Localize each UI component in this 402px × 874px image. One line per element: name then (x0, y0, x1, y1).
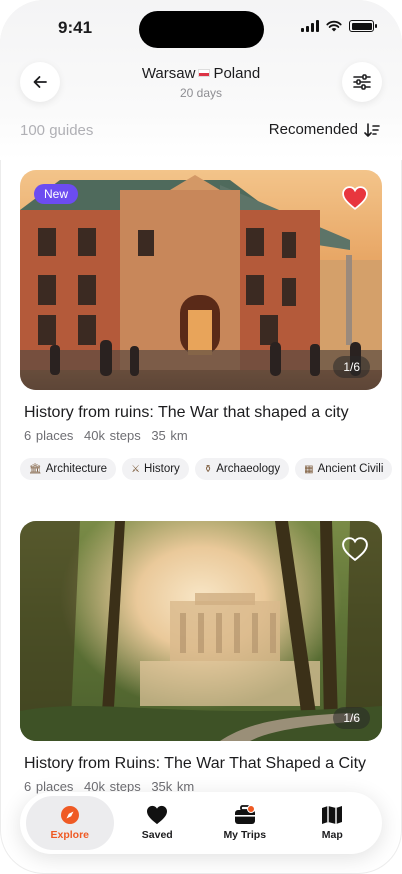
sort-button[interactable]: Recomended (269, 121, 380, 138)
scroll-icon: ▦ (304, 464, 314, 475)
sliders-icon (353, 74, 371, 90)
nav-saved[interactable]: Saved (114, 796, 202, 850)
status-time: 9:41 (58, 18, 93, 37)
tag-architecture[interactable]: 🏛 Architecture (20, 458, 117, 480)
trip-duration: 20 days (179, 86, 223, 100)
dynamic-island (139, 11, 264, 48)
guide-image[interactable]: New 1/6 (20, 170, 382, 390)
guide-title[interactable]: History from ruins: The War that shaped … (24, 404, 382, 422)
phone-screen: 9:41 Warsaw Poland 20 days 100 guides Rec… (0, 0, 402, 874)
sort-icon (364, 122, 380, 137)
steps-count: 40k steps (84, 428, 141, 443)
new-badge: New (34, 184, 79, 204)
nav-label: My Trips (223, 829, 267, 841)
image-counter: 1/6 (333, 356, 370, 378)
image-counter: 1/6 (333, 707, 370, 729)
vase-icon: ⚱ (203, 464, 213, 475)
sort-label: Recomended (268, 121, 358, 138)
nav-label: Saved (141, 829, 173, 841)
tag-ancient-civilizations[interactable]: ▦ Ancient Civili (295, 458, 393, 480)
places-count: 6 places (24, 428, 74, 443)
guide-meta: 6 places 40k steps 35 km (24, 428, 382, 443)
guide-title[interactable]: History from Ruins: The War That Shaped … (24, 755, 382, 773)
heart-outline-icon[interactable] (342, 537, 368, 561)
swords-icon: ⚔ (131, 464, 141, 475)
nav-explore[interactable]: Explore (26, 796, 114, 850)
compass-icon (60, 806, 79, 824)
battery-icon (349, 20, 377, 32)
country-name: Poland (213, 65, 261, 82)
nav-label: Explore (50, 829, 89, 841)
distance: 35 km (151, 428, 188, 443)
filter-button[interactable] (342, 62, 382, 102)
bottom-nav: Explore Saved My Trips Map (20, 792, 382, 854)
notification-dot (246, 805, 255, 813)
status-icons (301, 20, 377, 32)
tag-archaeology[interactable]: ⚱ Archaeology (194, 458, 290, 480)
signal-icon (301, 20, 319, 32)
guide-card[interactable]: New 1/6 History from ruins: The War that… (20, 170, 382, 443)
nav-map[interactable]: Map (289, 796, 377, 850)
wifi-icon (326, 20, 342, 32)
city-name: Warsaw (141, 65, 196, 82)
nav-my-trips[interactable]: My Trips (201, 796, 289, 850)
columns-icon: 🏛 (29, 464, 42, 475)
tag-label: Archaeology (216, 463, 281, 475)
guide-card[interactable]: 1/6 History from Ruins: The War That Sha… (20, 521, 382, 794)
palace-facade-illustration (20, 175, 382, 390)
heart-filled-icon[interactable] (342, 186, 368, 210)
guides-count: 100 guides (20, 122, 94, 139)
heart-icon (147, 805, 168, 825)
guide-image[interactable]: 1/6 (20, 521, 382, 741)
tag-history[interactable]: ⚔ History (122, 458, 189, 480)
tag-label: Ancient Civili (317, 463, 384, 475)
poland-flag-icon (198, 69, 211, 78)
tag-label: Architecture (45, 463, 108, 475)
park-palace-illustration (20, 521, 382, 741)
tag-list: 🏛 Architecture ⚔ History ⚱ Archaeology ▦ Ancien… (20, 458, 402, 480)
map-icon (322, 806, 343, 824)
tag-label: History (144, 463, 180, 475)
nav-label: Map (321, 829, 343, 841)
